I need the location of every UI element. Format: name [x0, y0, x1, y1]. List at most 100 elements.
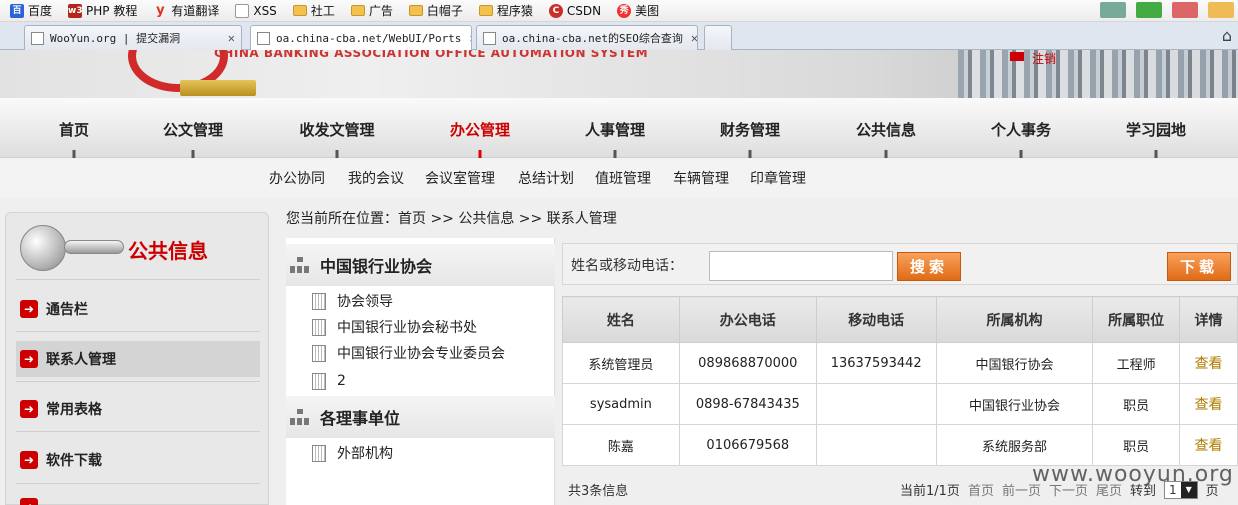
folder-icon [408, 5, 423, 16]
nav-personal-affairs[interactable]: 个人事务 [991, 119, 1051, 140]
bookmark-folder-ads[interactable]: 广告 [350, 2, 393, 19]
cell-name: sysadmin [562, 383, 680, 425]
table-row: 陈嘉 0106679568 系统服务部 职员 查看 [562, 424, 1238, 466]
nav-dispatch-management[interactable]: 收发文管理 [299, 119, 374, 140]
subnav-summary-plans[interactable]: 总结计划 [518, 168, 574, 188]
cell-office-phone: 089868870000 [678, 342, 817, 384]
close-icon[interactable]: ✕ [220, 31, 235, 45]
subnav-duty-management[interactable]: 值班管理 [595, 168, 651, 188]
subnav-my-meetings[interactable]: 我的会议 [348, 168, 404, 188]
cell-office-phone: 0898-67843435 [678, 383, 817, 425]
search-input[interactable] [709, 251, 893, 281]
new-tab-button[interactable] [704, 25, 732, 50]
download-button[interactable]: 下载 [1167, 252, 1231, 281]
favicon-icon [31, 31, 44, 45]
sidebar-item-contacts[interactable]: ➜ 联系人管理 [16, 341, 260, 377]
bookmark-folder-whitehat[interactable]: 白帽子 [408, 2, 463, 19]
logo-base [180, 80, 256, 96]
tree-leaf[interactable]: 中国银行业协会专业委员会 [312, 342, 505, 364]
search-button[interactable]: 搜索 [897, 252, 961, 281]
divider [16, 381, 260, 382]
nav-tick [748, 150, 752, 158]
first-page-link[interactable]: 首页 [968, 480, 994, 499]
nav-learning[interactable]: 学习园地 [1126, 119, 1186, 140]
view-details-link[interactable]: 查看 [1179, 424, 1238, 466]
nav-public-info[interactable]: 公共信息 [856, 119, 916, 140]
close-icon[interactable]: ✕ [461, 31, 471, 45]
close-icon[interactable]: ✕ [683, 31, 697, 45]
arrow-right-icon: ➜ [20, 400, 38, 418]
arrow-right-icon: ➜ [20, 451, 38, 469]
cell-organization: 中国银行业协会 [935, 383, 1094, 425]
knob-icon [20, 225, 66, 271]
logout-link[interactable]: 注销 [1032, 50, 1056, 67]
cell-mobile-phone [815, 383, 937, 425]
user-icon[interactable] [1208, 2, 1234, 18]
bookmark-folder-coder[interactable]: 程序猿 [478, 2, 533, 19]
page-info: 当前1/1页 [900, 484, 960, 499]
org-tree: 中国银行业协会 协会领导 中国银行业协会秘书处 中国银行业协会专业委员会 2 各… [286, 238, 555, 505]
cell-name: 系统管理员 [562, 342, 680, 384]
document-icon [312, 344, 326, 362]
org-english-name: CHINA BANKING ASSOCIATION OFFICE AUTOMAT… [214, 50, 649, 60]
header-banner-image [958, 50, 1238, 98]
nav-document-management[interactable]: 公文管理 [163, 119, 223, 140]
favicon-icon [257, 31, 270, 45]
sidebar-item-downloads[interactable]: ➜ 软件下载 [16, 442, 260, 478]
divider [16, 431, 260, 432]
nav-office-management[interactable]: 办公管理 [450, 119, 510, 140]
cell-mobile-phone: 13637593442 [815, 342, 937, 384]
folder-icon [292, 5, 307, 16]
bookmark-youdao[interactable]: y 有道翻译 [153, 2, 219, 19]
nav-tick [884, 150, 888, 158]
sidebar-title: 公共信息 [128, 239, 208, 263]
home-icon[interactable]: ⌂ [1222, 26, 1232, 45]
subnav-seal-management[interactable]: 印章管理 [750, 168, 806, 188]
sidebar-item-more[interactable]: ➜ [16, 489, 260, 505]
youdao-icon: y [156, 2, 165, 18]
tree-leaf[interactable]: 外部机构 [312, 442, 393, 464]
view-details-link[interactable]: 查看 [1179, 342, 1238, 384]
subnav-office-collaboration[interactable]: 办公协同 [269, 168, 325, 188]
subnav-meeting-rooms[interactable]: 会议室管理 [425, 168, 495, 188]
csdn-icon: C [548, 3, 563, 18]
nav-home[interactable]: 首页 [59, 119, 89, 140]
nav-tick [335, 150, 339, 158]
tab-oa-portal[interactable]: oa.china-cba.net/WebUI/Ports ✕ [250, 25, 472, 50]
column-header: 所属职位 [1092, 296, 1181, 343]
table-header-row: 姓名 办公电话 移动电话 所属机构 所属职位 详情 [562, 296, 1238, 343]
bookmark-baidu[interactable]: 百百度 [10, 2, 52, 19]
subnav-vehicle-management[interactable]: 车辆管理 [673, 168, 729, 188]
translate-icon[interactable] [1172, 2, 1198, 18]
tree-group-cba[interactable]: 中国银行业协会 [286, 244, 555, 286]
tree-leaf[interactable]: 2 [312, 370, 346, 392]
sub-nav: 办公协同 我的会议 会议室管理 总结计划 值班管理 车辆管理 印章管理 [0, 158, 1238, 198]
bookmark-folder-social[interactable]: 社工 [292, 2, 335, 19]
org-chart-icon [290, 257, 310, 273]
bookmark-meitu[interactable]: 秀美图 [617, 2, 659, 19]
tab-seo[interactable]: oa.china-cba.net的SEO综合查询 ✕ [476, 25, 698, 50]
nav-tick [1154, 150, 1158, 158]
bookmark-xss[interactable]: XSS [235, 3, 277, 18]
tree-group-members[interactable]: 各理事单位 [286, 396, 555, 438]
tree-leaf[interactable]: 中国银行业协会秘书处 [312, 316, 477, 338]
sidebar-item-forms[interactable]: ➜ 常用表格 [16, 391, 260, 427]
main-nav: 首页 公文管理 收发文管理 办公管理 人事管理 财务管理 公共信息 个人事务 学… [0, 98, 1238, 158]
column-header: 详情 [1179, 296, 1238, 343]
toolbar-extensions [1100, 2, 1234, 18]
apps-icon[interactable] [1100, 2, 1126, 18]
sidebar-item-notices[interactable]: ➜ 通告栏 [16, 291, 260, 327]
baidu-icon: 百 [10, 3, 24, 18]
nav-personnel-management[interactable]: 人事管理 [585, 119, 645, 140]
shield-icon[interactable] [1136, 2, 1162, 18]
view-details-link[interactable]: 查看 [1179, 383, 1238, 425]
tree-leaf[interactable]: 协会领导 [312, 290, 393, 312]
nav-finance-management[interactable]: 财务管理 [720, 119, 780, 140]
cell-organization: 系统服务部 [935, 424, 1094, 466]
bookmark-csdn[interactable]: C CSDN [548, 3, 601, 18]
logout-icon[interactable] [1010, 52, 1024, 61]
tab-wooyun[interactable]: WooYun.org | 提交漏洞 ✕ [24, 25, 242, 50]
bookmark-php[interactable]: w3 PHP 教程 [68, 2, 137, 19]
arrow-right-icon: ➜ [20, 300, 38, 318]
document-icon [312, 444, 326, 462]
